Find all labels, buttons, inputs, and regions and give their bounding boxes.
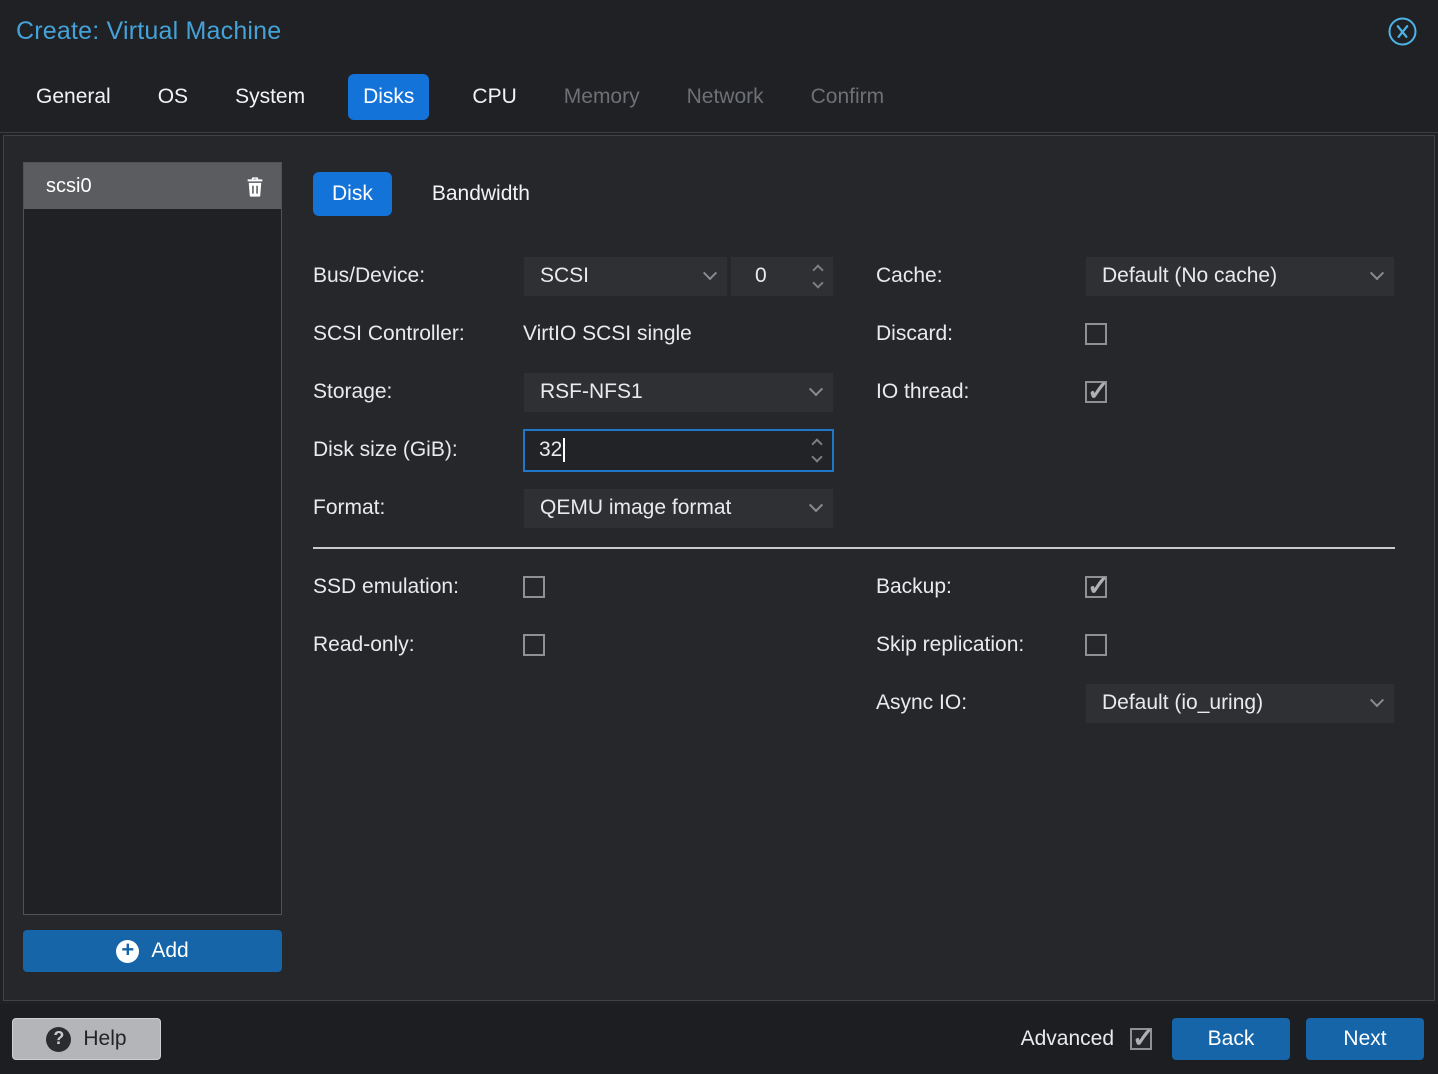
tab-disk[interactable]: Disk [313,172,392,216]
advanced-checkbox[interactable] [1130,1023,1155,1054]
advanced-label: Advanced [1020,1027,1114,1050]
storage-select-value: RSF-NFS1 [540,380,643,403]
spinner-arrows-icon[interactable] [811,263,825,289]
disk-list: scsi0 [23,162,282,915]
disk-size-label: Disk size (GiB): [313,438,458,461]
close-icon[interactable] [1386,15,1418,47]
async-io-select-value: Default (io_uring) [1102,691,1264,714]
plus-circle-icon [116,939,140,963]
tab-cpu[interactable]: CPU [472,85,516,109]
tab-confirm: Confirm [810,85,885,108]
back-button[interactable]: Back [1172,1018,1290,1060]
format-label: Format: [313,496,386,519]
io-thread-checkbox[interactable] [1085,376,1110,407]
cache-select[interactable]: Default (No cache) [1085,255,1395,297]
tab-network: Network [686,85,764,108]
bus-select-value: SCSI [540,264,590,287]
wizard-tabbar: General OS System Disks CPU Memory Netwo… [0,62,1438,133]
disk-inner-tabbar: Disk Bandwidth [313,172,1393,216]
disk-item-label: scsi0 [46,174,92,197]
tab-general[interactable]: General [36,85,111,109]
next-button[interactable]: Next [1306,1018,1424,1060]
tab-system[interactable]: System [235,85,305,109]
tab-disks[interactable]: Disks [348,74,430,120]
tab-os[interactable]: OS [158,85,188,109]
chevron-down-icon [1369,266,1385,281]
read-only-checkbox[interactable] [523,634,545,656]
dialog-header: Create: Virtual Machine [0,0,1438,62]
storage-select[interactable]: RSF-NFS1 [523,371,834,413]
dialog-footer: Help Advanced Back Next [0,1004,1438,1074]
chevron-down-icon [702,266,718,281]
read-only-label: Read-only: [313,633,415,656]
bus-device-label: Bus/Device: [313,264,426,287]
spinner-arrows-icon[interactable] [810,437,824,463]
tab-bandwidth[interactable]: Bandwidth [432,182,530,206]
disk-size-input[interactable]: 32 [523,428,834,472]
create-vm-dialog: Create: Virtual Machine General OS Syste… [0,0,1438,1074]
trash-icon[interactable] [243,174,267,198]
add-button-label: Add [151,939,189,962]
question-circle-icon [46,1026,72,1052]
disk-size-value: 32 [539,438,563,461]
chevron-down-icon [808,498,824,513]
discard-checkbox[interactable] [1085,323,1107,345]
bus-select[interactable]: SCSI [523,255,728,297]
backup-checkbox[interactable] [1085,571,1110,602]
disk-form-column: Disk Bandwidth Bus/Device: SCSI 0 Cache:… [313,172,1395,1000]
io-thread-label: IO thread: [876,380,970,403]
discard-label: Discard: [876,322,954,345]
scsi-controller-value: VirtIO SCSI single [523,322,692,345]
format-select-value: QEMU image format [540,496,732,519]
disk-list-item-scsi0[interactable]: scsi0 [24,163,281,209]
disk-form: Bus/Device: SCSI 0 Cache: Default (No ca… [313,247,1395,732]
text-cursor [563,438,566,462]
add-disk-button[interactable]: Add [23,930,282,972]
device-number-value: 0 [755,264,767,287]
ssd-emulation-checkbox[interactable] [523,576,545,598]
async-io-label: Async IO: [876,691,968,714]
cache-select-value: Default (No cache) [1102,264,1278,287]
form-separator [313,547,1395,549]
skip-replication-checkbox[interactable] [1085,634,1107,656]
ssd-emulation-label: SSD emulation: [313,575,459,598]
backup-label: Backup: [876,575,952,598]
device-number-stepper[interactable]: 0 [730,255,834,297]
scsi-controller-label: SCSI Controller: [313,322,465,345]
async-io-select[interactable]: Default (io_uring) [1085,682,1395,724]
storage-label: Storage: [313,380,393,403]
disks-panel: scsi0 Add Disk Bandwidth [3,135,1435,1001]
chevron-down-icon [808,382,824,397]
tab-memory: Memory [563,85,640,108]
skip-replication-label: Skip replication: [876,633,1025,656]
chevron-down-icon [1369,693,1385,708]
format-select[interactable]: QEMU image format [523,487,834,529]
help-button-label: Help [83,1027,127,1050]
disk-list-column: scsi0 Add [23,162,282,972]
dialog-title: Create: Virtual Machine [16,16,282,45]
cache-label: Cache: [876,264,943,287]
help-button[interactable]: Help [12,1018,161,1060]
